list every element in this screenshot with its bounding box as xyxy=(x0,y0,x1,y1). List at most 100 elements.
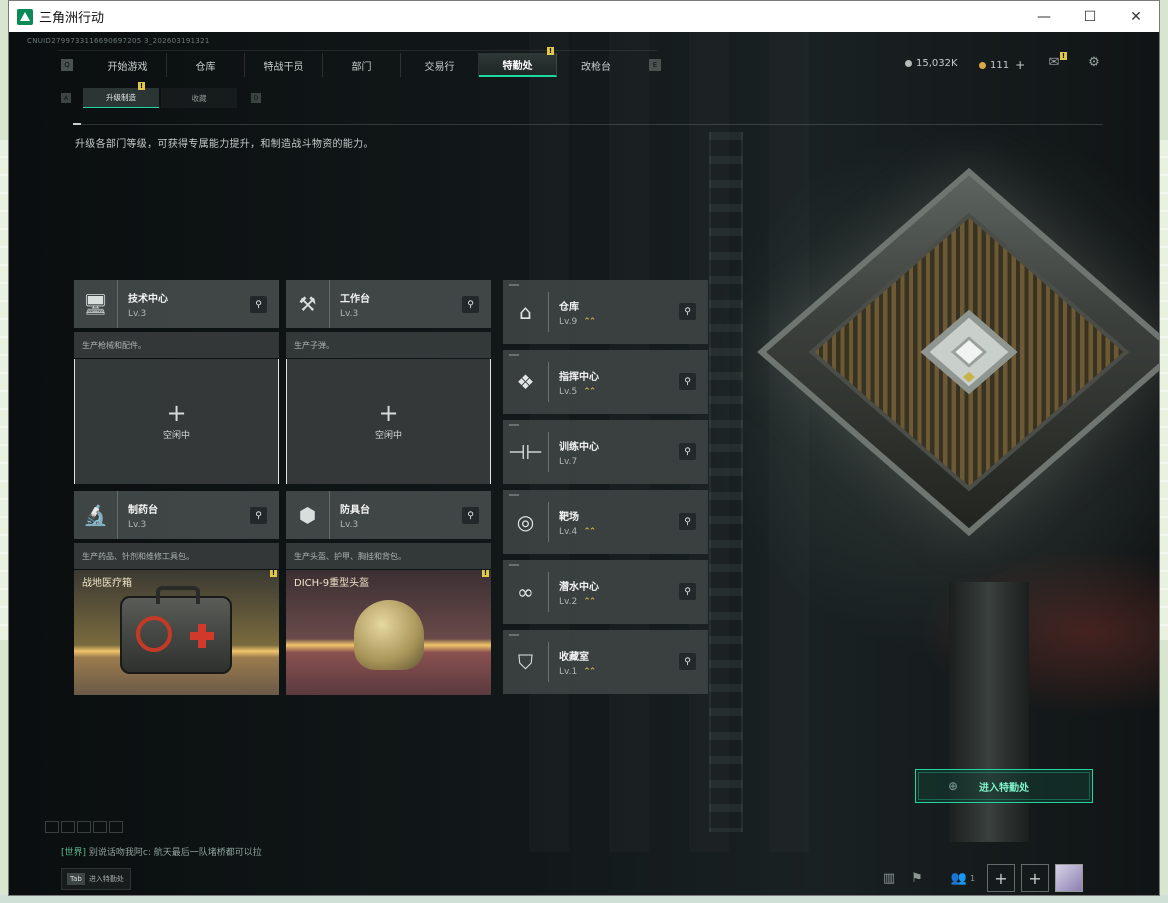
subtab-collection[interactable]: 收藏 xyxy=(161,88,237,108)
microscope-icon: 🔬 xyxy=(74,491,118,539)
search-icon[interactable]: ⚲ xyxy=(462,507,479,524)
search-icon[interactable]: ⚲ xyxy=(679,653,696,670)
background-tower xyxy=(709,132,743,832)
tab-warehouse[interactable]: 仓库 xyxy=(167,53,245,77)
window-controls: — ☐ ✕ xyxy=(1021,1,1159,32)
facility-level-row: Lv.1 ⌃⌃ xyxy=(559,666,596,677)
token-balance[interactable]: 111 + xyxy=(979,58,1025,72)
tab-hint[interactable]: Tab 进入特勤处 xyxy=(61,868,131,890)
craft-slot-tech-center[interactable]: + 空闲中 xyxy=(74,359,279,484)
search-icon[interactable]: ⚲ xyxy=(250,296,267,313)
minimize-button[interactable]: — xyxy=(1021,1,1067,32)
facility-command-center[interactable]: ❖ 指挥中心 Lv.5 ⌃⌃ ⚲ xyxy=(503,350,708,414)
search-icon[interactable]: ⚲ xyxy=(679,303,696,320)
search-icon[interactable]: ⚲ xyxy=(462,296,479,313)
helmet-icon xyxy=(354,600,424,670)
facility-level: Lv.9 xyxy=(559,316,578,327)
dept-card-armor[interactable]: ⬢ 防具台 Lv.3 ⚲ xyxy=(286,491,491,539)
flag-icon[interactable]: ⚑ xyxy=(903,864,931,892)
tab-operators[interactable]: 特战干员 xyxy=(245,53,323,77)
dept-level: Lv.3 xyxy=(340,519,359,530)
medkit-cross xyxy=(190,624,214,648)
craft-slot-armor[interactable]: DICH-9重型头盔 ! xyxy=(286,570,491,695)
tab-trading[interactable]: 交易行 xyxy=(401,53,479,77)
dept-card-header: 🔬 制药台 Lv.3 ⚲ xyxy=(74,491,279,539)
dept-card-header: ⬢ 防具台 Lv.3 ⚲ xyxy=(286,491,491,539)
dept-name: 防具台 xyxy=(340,504,370,516)
subtab-prev-key[interactable]: A xyxy=(61,93,71,103)
window-titlebar[interactable]: 三角洲行动 — ☐ ✕ xyxy=(9,1,1159,32)
game-viewport: CNUID2799733116690697205 3_202603191321 … xyxy=(9,32,1159,895)
craft-slot-workbench[interactable]: + 空闲中 xyxy=(286,359,491,484)
facility-level-row: Lv.7 xyxy=(559,457,599,467)
dept-name: 工作台 xyxy=(340,293,370,305)
search-icon[interactable]: ⚲ xyxy=(250,507,267,524)
coin-amount: 15,032K xyxy=(916,58,958,69)
subtab-upgrade-craft-label: 升级制造 xyxy=(106,93,136,102)
facility-collection-room[interactable]: ⛉ 收藏室 Lv.1 ⌃⌃ ⚲ xyxy=(503,630,708,694)
token-add-button[interactable]: + xyxy=(1015,58,1025,72)
desktop-background-bottom xyxy=(0,895,1168,903)
hud-tick-marks xyxy=(45,821,125,833)
invite-slot-2-button[interactable]: + xyxy=(1021,864,1049,892)
dept-level: Lv.3 xyxy=(128,308,147,319)
cube-core xyxy=(962,371,976,383)
close-button[interactable]: ✕ xyxy=(1113,1,1159,32)
enter-special-ops-button[interactable]: ⊕ 进入特勤处 xyxy=(915,769,1093,803)
craft-item-name: DICH-9重型头盔 xyxy=(294,578,370,589)
special-ops-cube-visual xyxy=(757,152,1159,842)
facility-name: 靶场 xyxy=(559,511,579,523)
friends-icon[interactable]: 👥 1 xyxy=(945,864,981,892)
bottom-toolbar: ▥ ⚑ 👥 1 + + xyxy=(875,864,1083,892)
token-icon xyxy=(979,61,986,69)
tab-gunsmith[interactable]: 改枪台 xyxy=(557,53,635,77)
idle-label: 空闲中 xyxy=(374,431,402,441)
facility-level: Lv.4 xyxy=(559,526,578,537)
craft-slot-pharmacy[interactable]: 战地医疗箱 ! xyxy=(74,570,279,695)
tab-departments[interactable]: 部门 xyxy=(323,53,401,77)
settings-gear-icon[interactable]: ⚙ xyxy=(1085,54,1103,70)
armor-blocks-icon: ⬢ xyxy=(286,491,330,539)
facility-level-row: Lv.9 ⌃⌃ xyxy=(559,316,596,327)
search-icon[interactable]: ⚲ xyxy=(679,373,696,390)
window-title: 三角洲行动 xyxy=(39,11,105,26)
upgrade-arrows-icon: ⌃⌃ xyxy=(583,666,596,677)
mail-badge: ! xyxy=(1060,52,1067,60)
friends-people-icon: 👥 xyxy=(950,870,968,886)
chat-message: 别说话吻我阿c: 航天最后一队堵桥都可以拉 xyxy=(88,848,262,858)
token-amount: 111 xyxy=(990,59,1010,71)
facility-level-row: Lv.5 ⌃⌃ xyxy=(559,387,599,397)
dept-card-pharmacy[interactable]: 🔬 制药台 Lv.3 ⚲ xyxy=(74,491,279,539)
facility-warehouse[interactable]: ⌂ 仓库 Lv.9 ⌃⌃ ⚲ xyxy=(503,280,708,344)
facility-shooting-range[interactable]: ◎ 靶场 Lv.4 ⌃⌃ ⚲ xyxy=(503,490,708,554)
diving-goggles-icon: ∞ xyxy=(503,572,549,612)
facility-name: 收藏室 xyxy=(559,651,589,663)
subtab-upgrade-badge: ! xyxy=(138,82,145,90)
upgrade-arrows-icon: ⌃⌃ xyxy=(583,316,596,327)
search-icon[interactable]: ⚲ xyxy=(679,583,696,600)
search-icon[interactable]: ⚲ xyxy=(679,513,696,530)
subtab-upgrade-craft[interactable]: 升级制造 ! xyxy=(83,82,159,108)
coin-balance: 15,032K xyxy=(905,58,958,69)
tab-hint-label: 进入特勤处 xyxy=(88,875,124,883)
tab-start-game[interactable]: 开始游戏 xyxy=(89,53,167,77)
stats-chart-icon[interactable]: ▥ xyxy=(875,864,903,892)
facility-diving-center[interactable]: ∞ 潜水中心 Lv.2 ⌃⌃ ⚲ xyxy=(503,560,708,624)
nav-next-key[interactable]: E xyxy=(649,59,661,71)
subtab-next-key[interactable]: D xyxy=(251,93,261,103)
tab-special-ops[interactable]: 特勤处 ! xyxy=(479,47,557,77)
nav-prev-key[interactable]: Q xyxy=(61,59,73,71)
dept-card-workbench[interactable]: ⚒ 工作台 Lv.3 ⚲ xyxy=(286,280,491,328)
avatar[interactable] xyxy=(1055,864,1083,892)
dept-desc-tech-center: 生产枪械和配件。 xyxy=(74,332,279,358)
facility-training-center[interactable]: ⊣⊢ 训练中心 Lv.7 ⚲ xyxy=(503,420,708,484)
tools-icon: ⚒ xyxy=(286,280,330,328)
invite-slot-1-button[interactable]: + xyxy=(987,864,1015,892)
dept-card-tech-center[interactable]: 🖥 技术中心 Lv.3 ⚲ xyxy=(74,280,279,328)
enter-icon: ⊕ xyxy=(948,779,959,793)
cube-pillar xyxy=(949,582,1029,842)
mail-icon[interactable]: ✉ ! xyxy=(1045,52,1067,70)
search-icon[interactable]: ⚲ xyxy=(679,443,696,460)
world-chat-line[interactable]: [世界] 别说话吻我阿c: 航天最后一队堵桥都可以拉 xyxy=(61,845,262,858)
maximize-button[interactable]: ☐ xyxy=(1067,1,1113,32)
